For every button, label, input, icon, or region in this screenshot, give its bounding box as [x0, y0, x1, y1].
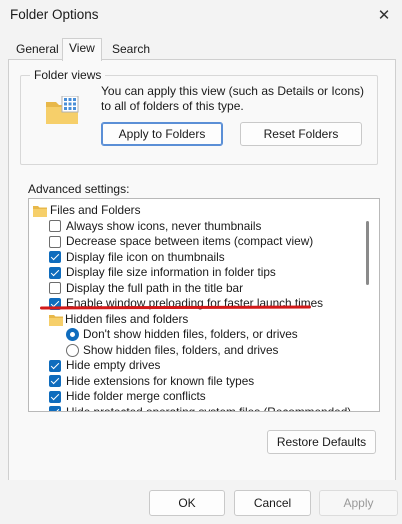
checkbox-checked[interactable]: [49, 406, 61, 411]
tree-row-folder: Files and Folders: [29, 203, 369, 218]
tree-row-checkbox[interactable]: Hide protected operating system files (R…: [29, 404, 369, 412]
tree-row-label: Always show icons, never thumbnails: [66, 218, 262, 233]
tree-row-label: Show hidden files, folders, and drives: [83, 342, 279, 357]
window-title: Folder Options: [10, 7, 99, 22]
tree-row-radio[interactable]: Show hidden files, folders, and drives: [29, 343, 369, 358]
folder-views-icon: [46, 96, 79, 124]
close-button[interactable]: ✕: [370, 3, 398, 27]
cancel-button[interactable]: Cancel: [234, 490, 311, 516]
folder-icon: [33, 206, 47, 217]
tree-row-checkbox[interactable]: Always show icons, never thumbnails: [29, 219, 369, 234]
checkbox-checked[interactable]: [49, 359, 61, 372]
tree-row-checkbox[interactable]: Display file size information in folder …: [29, 265, 369, 280]
tree-row-label: Hide extensions for known file types: [66, 373, 255, 388]
tree-row-label: Don't show hidden files, folders, or dri…: [83, 327, 298, 341]
tab-general[interactable]: General: [10, 40, 65, 59]
tree-row-checkbox[interactable]: Decrease space between items (compact vi…: [29, 234, 369, 249]
tree-row-label: Hidden files and folders: [65, 311, 189, 326]
checkbox-checked[interactable]: [49, 390, 61, 403]
checkbox-checked[interactable]: [49, 375, 61, 387]
tree-row-checkbox[interactable]: Display file icon on thumbnails: [29, 250, 369, 265]
tree-row-label: Files and Folders: [50, 203, 141, 217]
tree-row-label: Display the full path in the title bar: [66, 280, 244, 295]
reset-folders-button[interactable]: Reset Folders: [240, 122, 362, 146]
folder-icon: [49, 314, 63, 326]
tree-row-label: Decrease space between items (compact vi…: [66, 234, 314, 248]
checkbox-checked[interactable]: [49, 251, 61, 263]
radio-selected[interactable]: [66, 328, 79, 341]
folder-views-description: You can apply this view (such as Details…: [101, 84, 365, 113]
tree-row-checkbox[interactable]: Hide empty drives: [29, 358, 369, 373]
checkbox-checked[interactable]: [49, 266, 61, 279]
radio-unselected[interactable]: [66, 343, 79, 357]
close-icon: ✕: [377, 7, 391, 24]
tree-row-label: Hide protected operating system files (R…: [66, 404, 352, 412]
title-bar: Folder Options ✕: [0, 0, 402, 32]
restore-defaults-button[interactable]: Restore Defaults: [267, 430, 376, 454]
tree-row-label: Display file size information in folder …: [66, 265, 276, 279]
apply-button[interactable]: Apply: [319, 490, 398, 516]
scrollbar-thumb[interactable]: [366, 221, 369, 285]
tree-row-checkbox[interactable]: Display the full path in the title bar: [29, 281, 369, 296]
checkbox-unchecked[interactable]: [49, 282, 61, 294]
tree-row-folder: Hidden files and folders: [29, 312, 369, 327]
tree-row-radio[interactable]: Don't show hidden files, folders, or dri…: [29, 327, 369, 342]
tree-row-label: Hide empty drives: [66, 358, 161, 372]
tab-view[interactable]: View: [62, 38, 102, 61]
tree-row-label: Display file icon on thumbnails: [66, 249, 225, 264]
folder-views-label: Folder views: [30, 68, 106, 82]
tree-row-checkbox[interactable]: Hide folder merge conflicts: [29, 389, 369, 404]
tree-row-checkbox[interactable]: Hide extensions for known file types: [29, 374, 369, 389]
tab-search[interactable]: Search: [106, 40, 156, 59]
checkbox-unchecked[interactable]: [49, 220, 61, 232]
checkbox-unchecked[interactable]: [49, 235, 61, 248]
ok-button[interactable]: OK: [149, 490, 225, 516]
tree-row-label: Hide folder merge conflicts: [66, 389, 206, 403]
advanced-settings-label: Advanced settings:: [28, 182, 130, 196]
apply-to-folders-button[interactable]: Apply to Folders: [101, 122, 223, 146]
